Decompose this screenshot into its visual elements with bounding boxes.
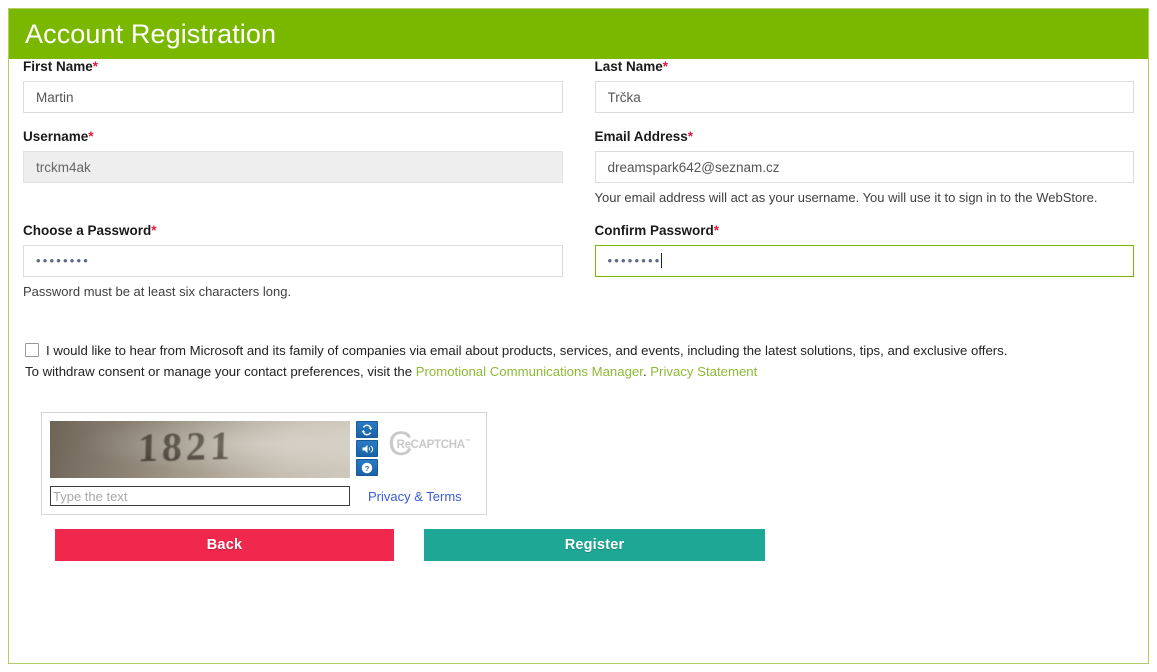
back-button[interactable]: Back: [55, 529, 394, 562]
username-label-text: Username: [23, 129, 89, 145]
required-marker: *: [662, 59, 669, 74]
registration-page: Account Registration First Name* Last Na…: [0, 0, 1157, 672]
privacy-statement-link[interactable]: Privacy Statement: [650, 364, 757, 379]
form-actions: Back Register: [55, 529, 1134, 562]
confirm-password-group: Confirm Password* ••••••••: [579, 223, 1135, 300]
email-group: Email Address* Your email address will a…: [579, 129, 1135, 206]
last-name-input[interactable]: [594, 81, 1134, 114]
username-label: Username*: [23, 129, 563, 145]
password-masked-value: ••••••••: [36, 252, 91, 268]
confirm-password-masked-value: ••••••••: [607, 252, 662, 268]
recaptcha-logo-tm: ™: [464, 439, 471, 446]
required-marker: *: [687, 129, 694, 145]
recaptcha-answer-row: Privacy & Terms: [50, 486, 478, 507]
email-help-text: Your email address will act as your user…: [594, 190, 1098, 206]
password-label-text: Choose a Password: [23, 222, 152, 238]
recaptcha-logo-name: CAPTCHA: [410, 439, 465, 452]
password-help-text: Password must be at least six characters…: [23, 283, 292, 299]
required-marker: *: [151, 222, 157, 238]
required-marker: *: [92, 59, 99, 74]
text-caret: [660, 252, 662, 268]
promotional-communications-manager-link[interactable]: Promotional Communications Manager: [416, 364, 643, 379]
password-group: Choose a Password* •••••••• Password mus…: [23, 223, 579, 300]
row-spacer: [23, 207, 1134, 223]
page-title: Account Registration: [25, 18, 277, 49]
first-name-input[interactable]: [23, 81, 563, 114]
captcha-image-sheen: [50, 421, 350, 479]
form-row-passwords: Choose a Password* •••••••• Password mus…: [23, 223, 1134, 300]
captcha-challenge-image: 1821: [50, 421, 350, 479]
username-group: Username*: [23, 129, 579, 206]
password-label: Choose a Password*: [23, 223, 563, 239]
last-name-label: Last Name*: [595, 59, 1135, 75]
audio-icon[interactable]: [356, 440, 378, 458]
consent-text-line-1: I would like to hear from Microsoft and …: [46, 343, 1008, 359]
privacy-and-terms-link[interactable]: Privacy & Terms: [368, 489, 462, 504]
recaptcha-widget: 1821 ? C: [41, 412, 487, 516]
recaptcha-logo-re: Re: [396, 439, 411, 452]
email-label-text: Email Address: [594, 129, 688, 145]
first-name-group: First Name*: [23, 59, 579, 114]
last-name-label-text: Last Name: [594, 59, 663, 74]
first-name-label: First Name*: [23, 59, 563, 75]
recaptcha-controls: ?: [356, 421, 378, 477]
form-row-names: First Name* Last Name*: [23, 59, 1135, 114]
registration-panel: Account Registration First Name* Last Na…: [8, 8, 1149, 664]
help-icon[interactable]: ?: [356, 459, 378, 477]
recaptcha-logo-text: ReCAPTCHA™: [397, 439, 471, 451]
consent-text-line-2-prefix: To withdraw consent or manage your conta…: [25, 364, 416, 380]
register-button[interactable]: Register: [424, 529, 765, 562]
recaptcha-challenge-row: 1821 ? C: [50, 421, 478, 479]
marketing-consent-checkbox[interactable]: [25, 343, 39, 358]
password-input[interactable]: ••••••••: [23, 244, 563, 277]
first-name-label-text: First Name: [23, 59, 93, 74]
consent-line-2: To withdraw consent or manage your conta…: [25, 361, 1134, 382]
confirm-password-label: Confirm Password*: [595, 223, 1135, 239]
recaptcha-logo: C ReCAPTCHA™: [388, 427, 471, 461]
page-header: Account Registration: [9, 9, 1148, 59]
svg-text:?: ?: [365, 464, 370, 473]
username-input[interactable]: [23, 151, 563, 184]
form-row-account: Username* Email Address* Your email addr…: [23, 129, 1134, 206]
registration-form: First Name* Last Name* Username* Email A…: [9, 59, 1148, 562]
row-spacer: [23, 113, 1134, 129]
last-name-group: Last Name*: [579, 59, 1135, 114]
email-label: Email Address*: [595, 129, 1135, 145]
confirm-password-label-text: Confirm Password: [594, 222, 714, 238]
captcha-answer-input[interactable]: [50, 486, 350, 507]
consent-line-1: I would like to hear from Microsoft and …: [25, 340, 1134, 361]
marketing-consent-block: I would like to hear from Microsoft and …: [23, 340, 1134, 382]
email-input[interactable]: [594, 151, 1134, 184]
confirm-password-input[interactable]: ••••••••: [594, 244, 1134, 277]
required-marker: *: [713, 222, 720, 238]
refresh-icon[interactable]: [356, 421, 378, 439]
required-marker: *: [88, 129, 94, 145]
